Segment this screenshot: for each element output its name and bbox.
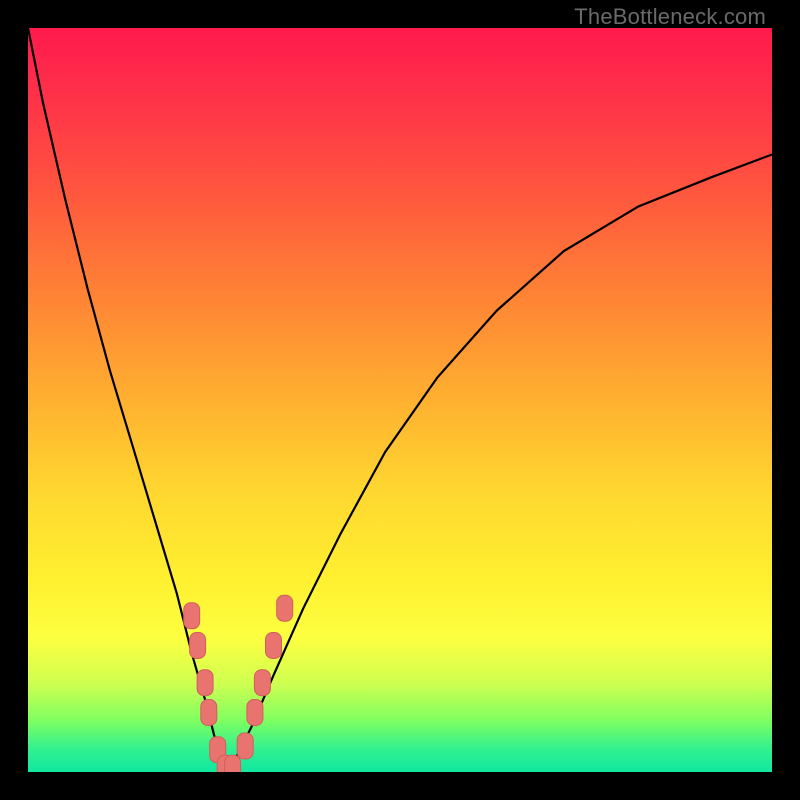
curve-marker [266,633,282,659]
curve-marker [254,670,270,696]
curve-marker [247,700,263,726]
watermark-text: TheBottleneck.com [574,4,766,30]
curve-marker [277,595,293,621]
bottleneck-curve [28,28,772,772]
curve-layer [28,28,772,772]
curve-marker [237,733,253,759]
curve-marker [190,633,206,659]
curve-marker [197,670,213,696]
curve-marker [225,755,241,772]
curve-markers [184,595,293,772]
curve-marker [201,700,217,726]
plot-frame [28,28,772,772]
curve-marker [184,603,200,629]
